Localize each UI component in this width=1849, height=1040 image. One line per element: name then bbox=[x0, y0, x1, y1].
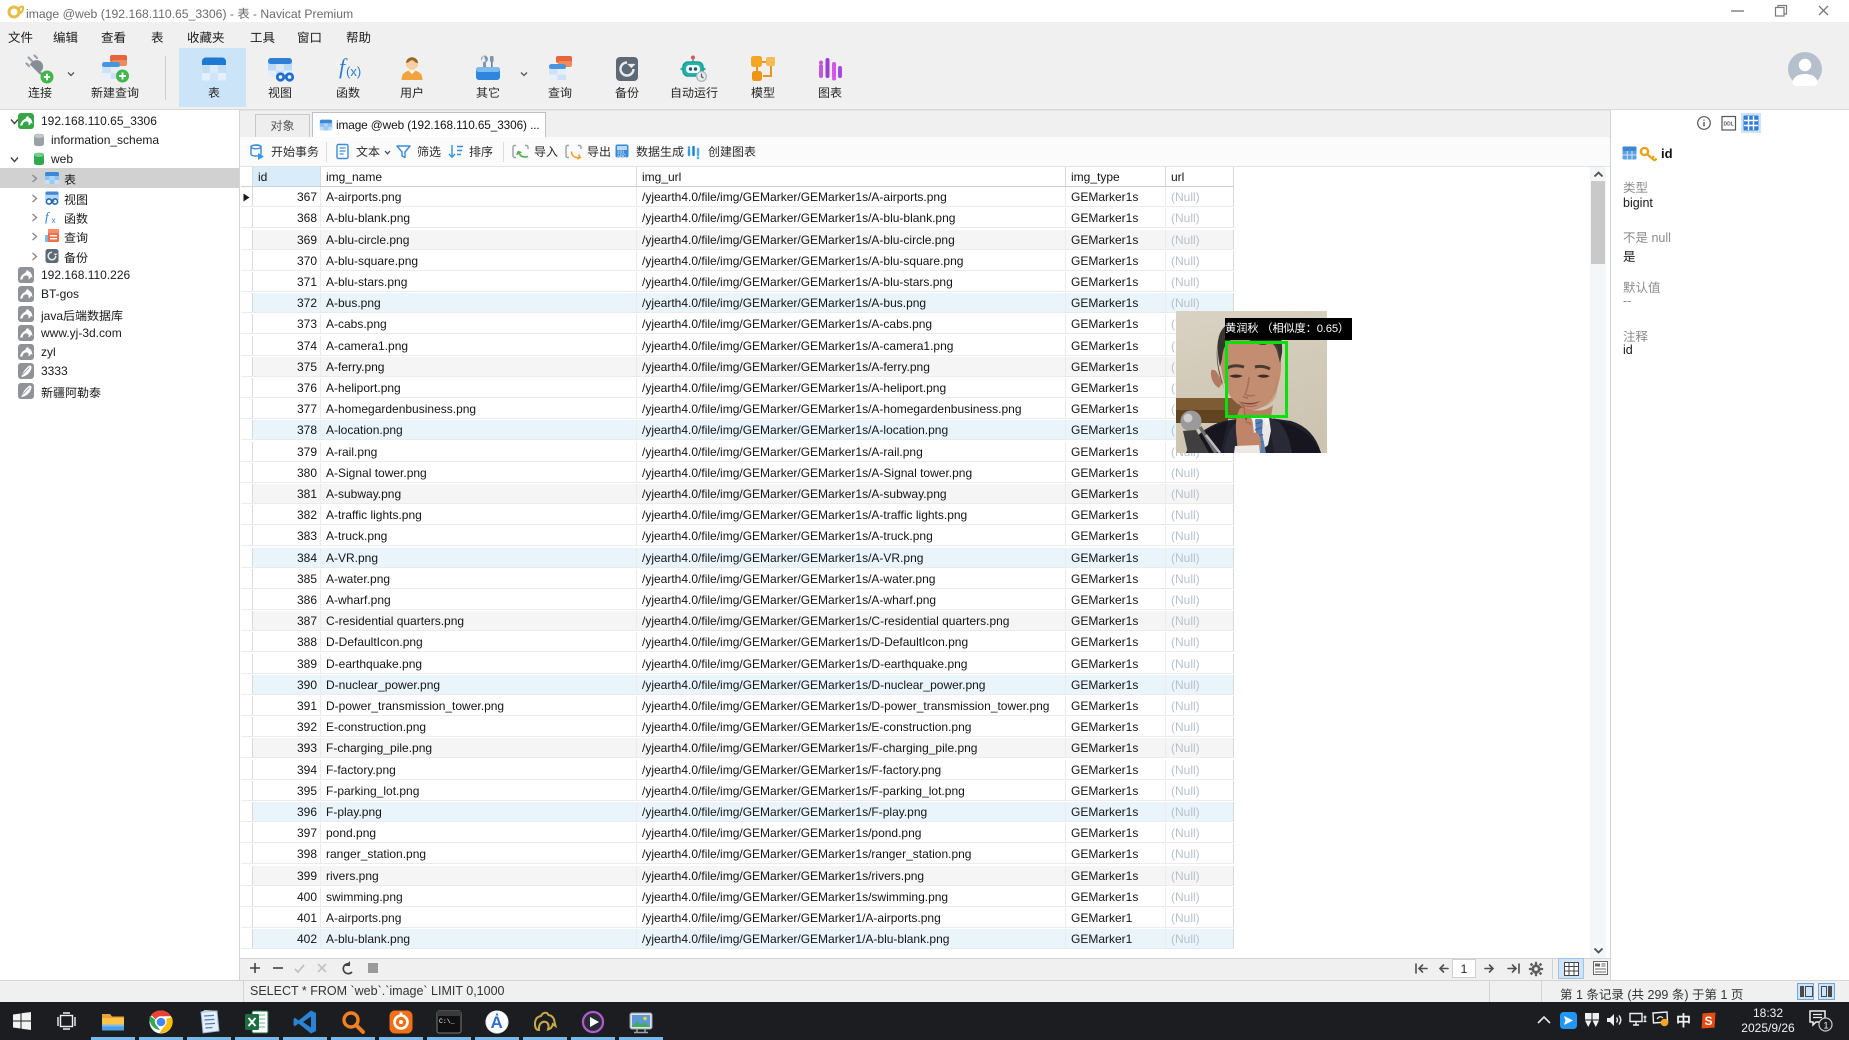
svg-text:S: S bbox=[1705, 1014, 1713, 1028]
svg-text:f: f bbox=[45, 209, 51, 224]
svg-text:C:\_: C:\_ bbox=[439, 1018, 455, 1025]
svg-text:DDL: DDL bbox=[1724, 122, 1734, 128]
svg-text:ABC: ABC bbox=[617, 154, 627, 159]
svg-text:(x): (x) bbox=[346, 64, 361, 79]
svg-text:x: x bbox=[52, 216, 56, 225]
svg-text:1: 1 bbox=[1824, 1021, 1829, 1031]
svg-text:A: A bbox=[491, 1013, 503, 1032]
